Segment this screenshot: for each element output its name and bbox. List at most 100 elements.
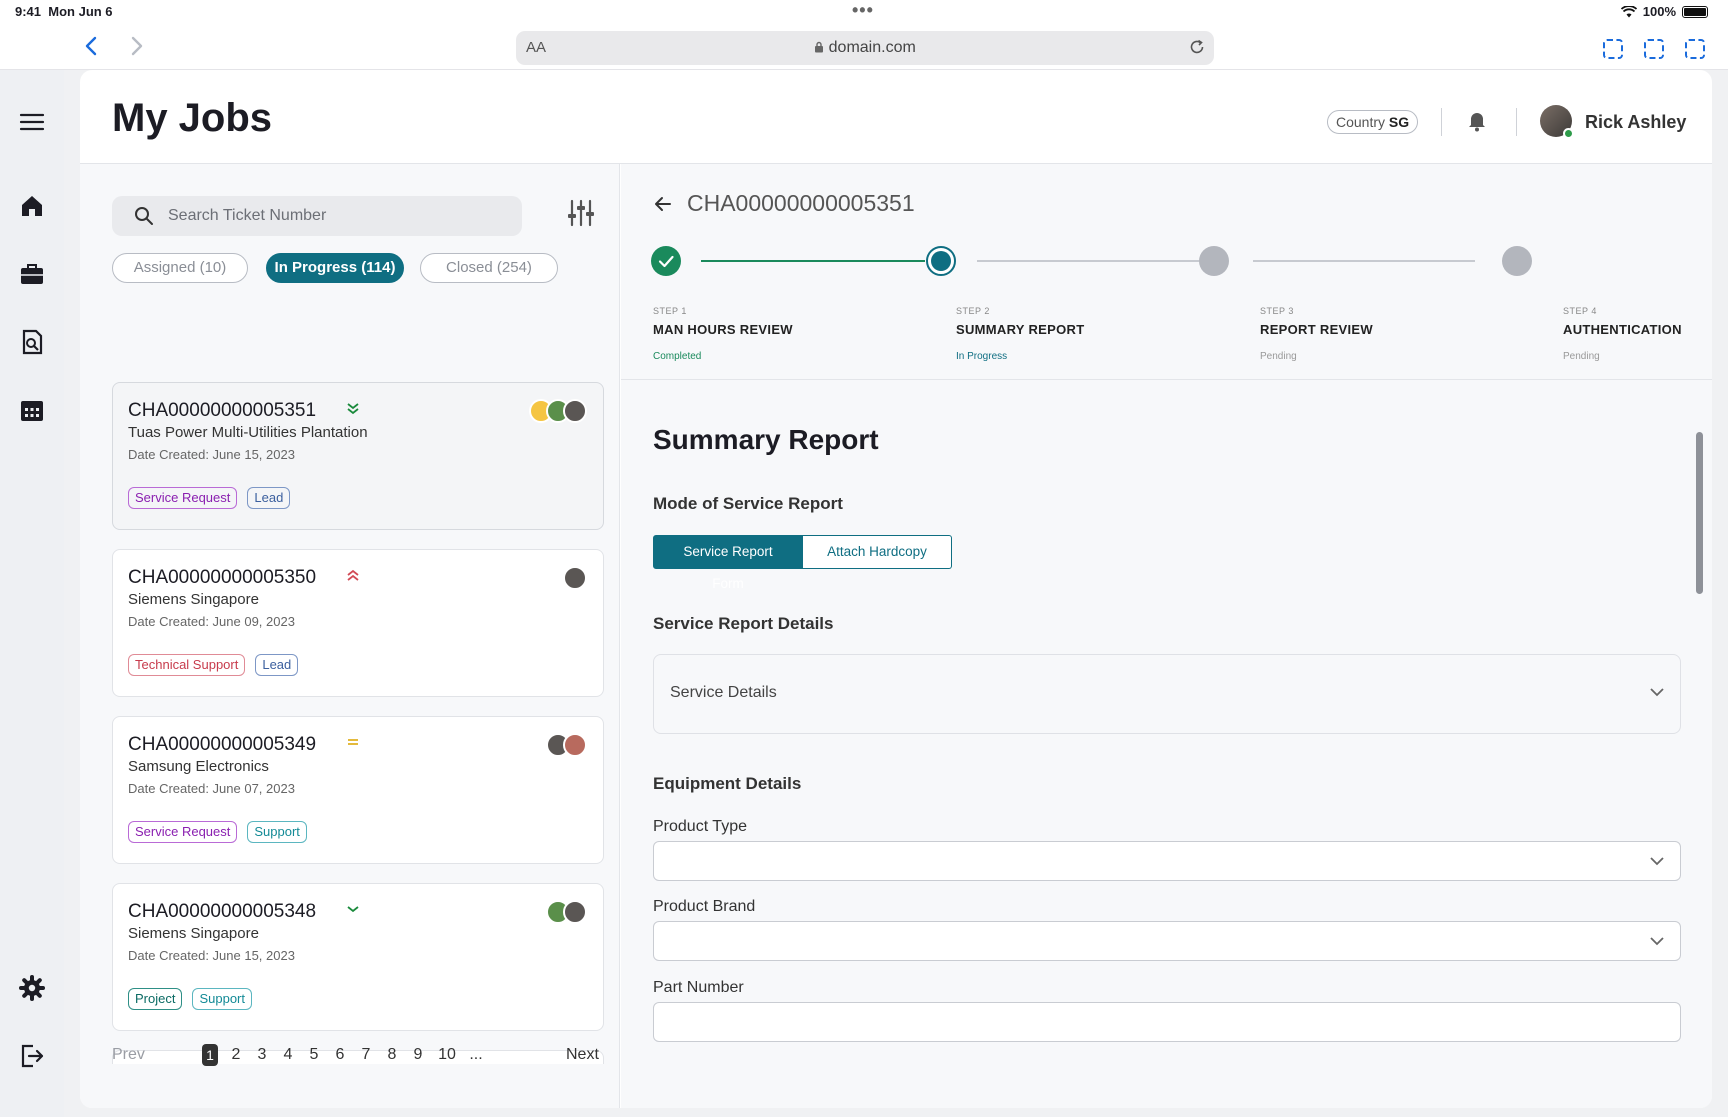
job-card[interactable]: CHA00000000005348 Siemens Singapore Date… <box>112 883 604 1031</box>
filter-sliders-icon[interactable] <box>566 198 596 228</box>
step-status: Pending <box>1563 351 1600 362</box>
tag-list: Project Support <box>128 988 253 1010</box>
page-10[interactable]: 10 <box>432 1044 462 1066</box>
page-3[interactable]: 3 <box>250 1044 274 1066</box>
country-selector[interactable]: Country SG <box>1327 110 1419 134</box>
briefcase-icon[interactable] <box>18 260 46 288</box>
status-time: 9:41 Mon Jun 6 <box>15 4 113 19</box>
company-name: Samsung Electronics <box>128 758 269 775</box>
page-header: My Jobs Country SG Rick Ashley <box>80 70 1712 164</box>
scrollbar-thumb[interactable] <box>1696 432 1703 594</box>
ticket-number: CHA00000000005349 <box>128 734 317 755</box>
page-4[interactable]: 4 <box>276 1044 300 1066</box>
logout-icon[interactable] <box>18 1042 46 1070</box>
tag: Support <box>247 821 307 843</box>
step-status: Pending <box>1260 351 1297 362</box>
page-8[interactable]: 8 <box>380 1044 404 1066</box>
tag: Lead <box>247 487 291 509</box>
avatar <box>563 566 587 590</box>
notification-bell-icon[interactable] <box>1467 110 1487 132</box>
page-2[interactable]: 2 <box>224 1044 248 1066</box>
side-rail <box>0 70 64 1117</box>
service-details-accordion[interactable]: Service Details <box>653 654 1681 734</box>
job-detail-panel: CHA00000000005351 STEP 1 MAN HOURS REVIE… <box>621 164 1712 1108</box>
address-bar[interactable]: AA domain.com <box>516 31 1214 65</box>
company-name: Siemens Singapore <box>128 591 259 608</box>
tabs-overview-icon[interactable] <box>1685 39 1705 59</box>
tab-assigned[interactable]: Assigned (10) <box>112 253 248 283</box>
user-avatar[interactable] <box>1540 105 1574 139</box>
part-number-input[interactable] <box>653 1002 1681 1042</box>
next-page-button[interactable]: Next <box>566 1046 599 1064</box>
search-icon <box>135 207 153 225</box>
service-report-form-button[interactable]: Service Report Form <box>653 535 803 591</box>
chevron-down-icon <box>1650 857 1664 866</box>
page-title: My Jobs <box>112 96 273 140</box>
forward-chevron-icon[interactable] <box>122 32 150 60</box>
lock-icon <box>815 41 824 53</box>
job-card[interactable]: CHA00000000005351 Tuas Power Multi-Utili… <box>112 382 604 530</box>
calendar-icon[interactable] <box>18 396 46 424</box>
step-status: In Progress <box>956 351 1008 362</box>
search-input[interactable] <box>168 196 508 236</box>
product-type-select[interactable] <box>653 841 1681 881</box>
product-type-label: Product Type <box>653 818 747 835</box>
new-tab-icon[interactable] <box>1644 39 1664 59</box>
product-brand-label: Product Brand <box>653 898 756 915</box>
share-icon[interactable] <box>1603 39 1623 59</box>
priority-highest-icon <box>347 569 359 581</box>
user-name[interactable]: Rick Ashley <box>1585 112 1686 133</box>
company-name: Tuas Power Multi-Utilities Plantation <box>128 424 368 441</box>
tab-closed[interactable]: Closed (254) <box>420 253 558 283</box>
company-name: Siemens Singapore <box>128 925 259 942</box>
ticket-number: CHA00000000005351 <box>128 400 317 421</box>
prev-page-button[interactable]: Prev <box>112 1046 145 1064</box>
battery-percent: 100% <box>1642 4 1676 19</box>
step-number: STEP 3 <box>1260 306 1294 316</box>
job-card[interactable]: CHA00000000005350 Siemens Singapore Date… <box>112 549 604 697</box>
assignee-avatars <box>563 566 587 590</box>
assignee-avatars <box>546 900 587 924</box>
detail-header: CHA00000000005351 <box>653 190 915 217</box>
step-1-check-icon <box>651 246 681 276</box>
hamburger-menu-icon[interactable] <box>18 108 46 136</box>
chevron-down-icon <box>1650 688 1664 697</box>
page-numbers: 1 2 3 4 5 6 7 8 9 10 ... <box>202 1044 490 1066</box>
reload-icon[interactable] <box>1188 38 1206 56</box>
step-connector <box>701 260 925 262</box>
attach-hardcopy-button[interactable]: Attach Hardcopy <box>803 535 952 569</box>
tag: Lead <box>255 654 299 676</box>
step-2: STEP 2 SUMMARY REPORT In Progress <box>956 306 1156 362</box>
settings-gear-icon[interactable] <box>18 974 46 1002</box>
tab-in-progress[interactable]: In Progress (114) <box>266 253 404 283</box>
step-4: STEP 4 AUTHENTICATION Pending <box>1563 306 1703 362</box>
date-created: Date Created: June 15, 2023 <box>128 447 295 462</box>
mode-label: Mode of Service Report <box>653 494 843 513</box>
home-icon[interactable] <box>18 192 46 220</box>
step-3: STEP 3 REPORT REVIEW Pending <box>1260 306 1460 362</box>
page-5[interactable]: 5 <box>302 1044 326 1066</box>
step-4-pending-icon <box>1502 246 1532 276</box>
header-divider <box>1441 108 1442 136</box>
wifi-icon <box>1620 5 1637 17</box>
step-number: STEP 1 <box>653 306 687 316</box>
progress-stepper: STEP 1 MAN HOURS REVIEW Completed STEP 2… <box>621 234 1712 380</box>
part-number-label: Part Number <box>653 979 744 996</box>
multitask-dots-icon[interactable]: ••• <box>852 0 874 21</box>
page-9[interactable]: 9 <box>406 1044 430 1066</box>
pagination: Prev 1 2 3 4 5 6 7 8 9 10 ... Next <box>80 1036 620 1076</box>
back-chevron-icon[interactable] <box>78 32 106 60</box>
step-2-current-icon <box>926 246 956 276</box>
tag: Service Request <box>128 821 238 843</box>
page-6[interactable]: 6 <box>328 1044 352 1066</box>
page-1[interactable]: 1 <box>202 1044 218 1066</box>
tag-list: Service Request Lead <box>128 487 291 509</box>
tag: Project <box>128 988 183 1010</box>
accordion-label: Service Details <box>670 684 777 701</box>
arrow-back-icon[interactable] <box>653 194 673 214</box>
page-7[interactable]: 7 <box>354 1044 378 1066</box>
product-brand-select[interactable] <box>653 921 1681 961</box>
document-search-icon[interactable] <box>18 328 46 356</box>
job-card[interactable]: CHA00000000005349 Samsung Electronics Da… <box>112 716 604 864</box>
header-divider <box>1516 108 1517 136</box>
